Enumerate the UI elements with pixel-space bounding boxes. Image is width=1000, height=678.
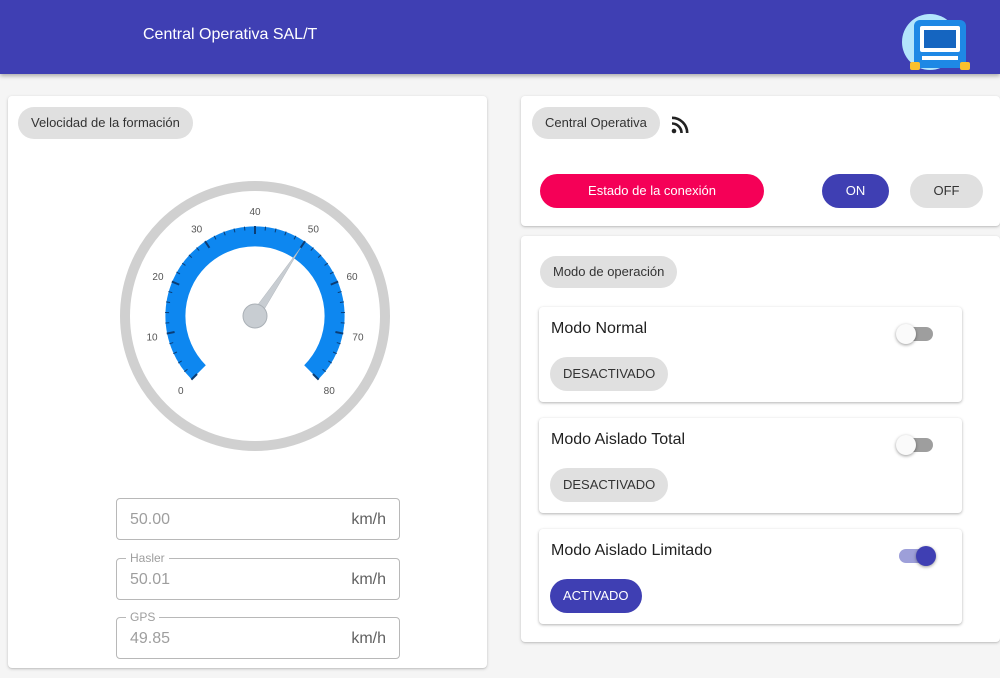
hasler-field[interactable]: Hasler 50.01 km/h [116, 552, 400, 600]
gauge-tick-label: 20 [152, 272, 164, 283]
gauge-tick-label: 10 [146, 332, 158, 343]
speed-value: 50.00 [130, 511, 171, 528]
gauge-tick-label: 70 [352, 332, 364, 343]
central-card: Central Operativa Estado de la conexión … [521, 96, 1000, 226]
rss-feed-icon [671, 116, 689, 134]
on-button[interactable]: ON [822, 174, 889, 208]
app-bar: Central Operativa SAL/T [0, 0, 1000, 74]
gps-field[interactable]: GPS 49.85 km/h [116, 611, 400, 659]
speed-chip: Velocidad de la formación [18, 107, 193, 139]
mode-normal-toggle[interactable] [896, 323, 936, 345]
gauge-tick-label: 30 [191, 225, 203, 236]
off-button[interactable]: OFF [910, 174, 983, 208]
mode-aislado-total-status: DESACTIVADO [550, 468, 669, 502]
mode-normal-title: Modo Normal [551, 320, 648, 337]
mode-aislado-limitado-card: Modo Aislado Limitado ACTIVADO [539, 529, 962, 624]
hasler-legend: Hasler [126, 552, 169, 565]
mode-aislado-limitado-status: ACTIVADO [550, 579, 642, 613]
mode-chip: Modo de operación [540, 256, 678, 288]
gauge-hub [242, 303, 268, 329]
mode-aislado-limitado-title: Modo Aislado Limitado [551, 542, 712, 559]
speedometer-gauge: 0 10 20 30 40 50 60 70 80 [120, 181, 390, 451]
mode-aislado-total-card: Modo Aislado Total DESACTIVADO [539, 418, 962, 513]
gauge-tick-label: 80 [324, 386, 336, 397]
speed-card: Velocidad de la formación 0 10 20 30 40 50 60 7… [8, 96, 487, 668]
mode-aislado-limitado-toggle[interactable] [896, 545, 936, 567]
mode-normal-card: Modo Normal DESACTIVADO [539, 307, 962, 402]
speed-field[interactable]: 50.00 km/h [116, 498, 400, 540]
gauge-tick-label: 50 [308, 225, 320, 236]
mode-aislado-total-title: Modo Aislado Total [551, 431, 686, 448]
hasler-unit: km/h [351, 571, 386, 588]
gps-legend: GPS [126, 611, 160, 624]
hasler-value: 50.01 [130, 571, 171, 588]
mode-card: Modo de operación Modo Normal DESACTIVAD… [521, 236, 1000, 642]
connection-status-button[interactable]: Estado de la conexión [540, 174, 764, 208]
gauge-tick-label: 60 [346, 272, 358, 283]
mode-aislado-total-toggle[interactable] [896, 434, 936, 456]
gauge-tick [166, 301, 171, 304]
train-icon [902, 14, 970, 70]
speed-unit: km/h [351, 511, 386, 528]
gps-value: 49.85 [130, 630, 171, 647]
gauge-tick [339, 301, 344, 304]
central-chip: Central Operativa [532, 107, 660, 139]
app-title: Central Operativa SAL/T [143, 26, 318, 43]
gauge-tick-label: 0 [178, 386, 184, 397]
mode-normal-status: DESACTIVADO [550, 357, 669, 391]
gps-unit: km/h [351, 630, 386, 647]
gauge-tick-label: 40 [249, 207, 261, 218]
